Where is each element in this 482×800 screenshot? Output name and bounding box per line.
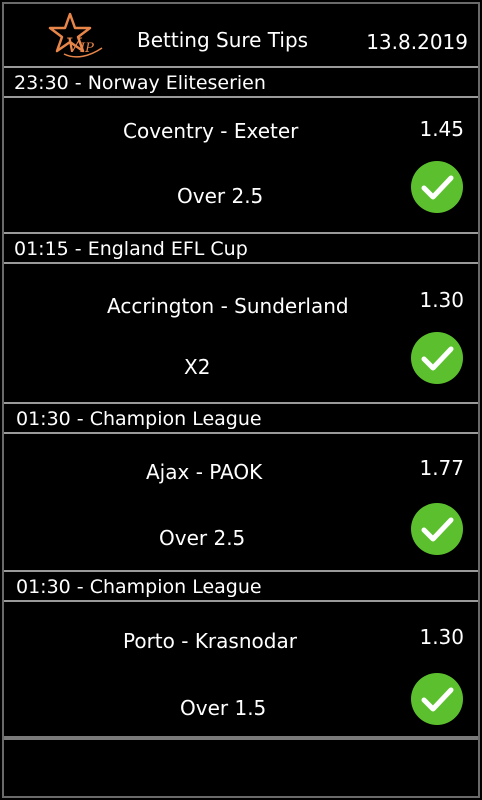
league-label: 01:30 - Champion League bbox=[16, 576, 262, 598]
odds-label: 1.30 bbox=[419, 288, 464, 312]
match-label: Porto - Krasnodar bbox=[123, 629, 297, 653]
check-circle-icon bbox=[411, 332, 463, 384]
app-header: V IP Betting Sure Tips 13.8.2019 bbox=[4, 4, 478, 66]
tip-card[interactable]: Ajax - PAOK 1.77 Over 2.5 bbox=[4, 434, 478, 570]
pick-label: Over 1.5 bbox=[180, 696, 267, 720]
tip-card[interactable]: Accrington - Sunderland 1.30 X2 bbox=[4, 264, 478, 402]
odds-label: 1.45 bbox=[419, 117, 464, 141]
date-label: 13.8.2019 bbox=[366, 30, 468, 54]
check-circle-icon bbox=[411, 673, 463, 725]
league-label: 01:15 - England EFL Cup bbox=[14, 238, 248, 260]
league-header: 01:30 - Champion League bbox=[4, 402, 478, 434]
match-label: Ajax - PAOK bbox=[146, 460, 263, 484]
vip-star-icon: V IP bbox=[48, 12, 103, 58]
check-circle-icon bbox=[411, 503, 463, 555]
tip-card[interactable]: Coventry - Exeter 1.45 Over 2.5 bbox=[4, 98, 478, 232]
bottom-divider bbox=[4, 736, 478, 740]
odds-label: 1.30 bbox=[419, 625, 464, 649]
app-title: Betting Sure Tips bbox=[137, 28, 309, 52]
league-label: 23:30 - Norway Eliteserien bbox=[14, 72, 266, 94]
pick-label: Over 2.5 bbox=[177, 184, 264, 208]
check-circle-icon bbox=[411, 161, 463, 213]
league-header: 01:15 - England EFL Cup bbox=[4, 232, 478, 264]
league-header: 01:30 - Champion League bbox=[4, 570, 478, 602]
odds-label: 1.77 bbox=[419, 456, 464, 480]
league-label: 01:30 - Champion League bbox=[16, 408, 262, 430]
league-header: 23:30 - Norway Eliteserien bbox=[4, 66, 478, 98]
pick-label: X2 bbox=[184, 355, 211, 379]
match-label: Coventry - Exeter bbox=[123, 119, 299, 143]
tip-card[interactable]: Porto - Krasnodar 1.30 Over 1.5 bbox=[4, 602, 478, 736]
match-label: Accrington - Sunderland bbox=[107, 294, 349, 318]
pick-label: Over 2.5 bbox=[159, 526, 246, 550]
